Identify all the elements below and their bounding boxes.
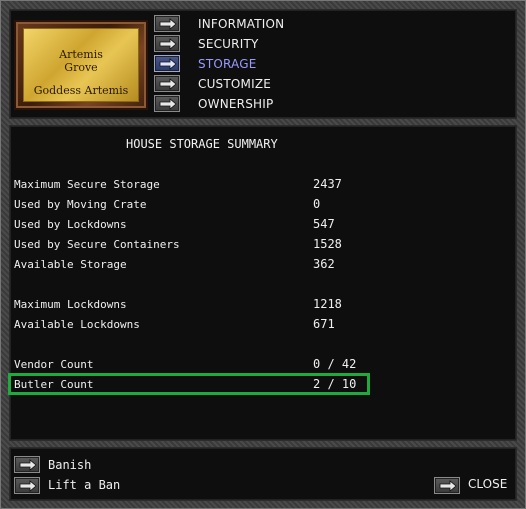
row-value-lockdowns: 547 xyxy=(313,217,335,231)
row-value-available-storage: 362 xyxy=(313,257,335,271)
page-title: HOUSE STORAGE SUMMARY xyxy=(126,137,278,151)
arrow-right-icon xyxy=(159,98,177,110)
nav-information[interactable]: INFORMATION xyxy=(198,17,284,31)
row-value-max-lockdowns: 1218 xyxy=(313,297,342,311)
nav-ownership-button[interactable] xyxy=(154,95,180,112)
close-button[interactable] xyxy=(434,477,460,494)
house-name-line1: Artemis xyxy=(59,48,103,61)
banish-label[interactable]: Banish xyxy=(48,458,91,472)
row-value-max-secure-storage: 2437 xyxy=(313,177,342,191)
nav-ownership[interactable]: OWNERSHIP xyxy=(198,97,273,111)
lift-ban-button[interactable] xyxy=(14,477,40,494)
house-sign-plaque: Artemis Grove Goddess Artemis xyxy=(23,28,139,102)
row-value-available-lockdowns: 671 xyxy=(313,317,335,331)
butler-count-highlight xyxy=(8,373,370,395)
row-label-max-secure-storage: Maximum Secure Storage xyxy=(14,178,160,191)
arrow-right-icon xyxy=(159,78,177,90)
arrow-right-icon xyxy=(159,38,177,50)
row-value-secure-containers: 1528 xyxy=(313,237,342,251)
house-name-line2: Grove xyxy=(64,61,98,74)
arrow-right-icon xyxy=(439,480,457,492)
nav-storage-button[interactable] xyxy=(154,55,180,72)
nav-information-button[interactable] xyxy=(154,15,180,32)
row-label-available-storage: Available Storage xyxy=(14,258,127,271)
close-label[interactable]: CLOSE xyxy=(468,477,507,491)
row-label-available-lockdowns: Available Lockdowns xyxy=(14,318,140,331)
row-label-lockdowns: Used by Lockdowns xyxy=(14,218,127,231)
row-label-max-lockdowns: Maximum Lockdowns xyxy=(14,298,127,311)
nav-customize-button[interactable] xyxy=(154,75,180,92)
lift-ban-label[interactable]: Lift a Ban xyxy=(48,478,120,492)
house-owner: Goddess Artemis xyxy=(33,84,129,97)
arrow-right-icon xyxy=(19,459,37,471)
house-sign: Artemis Grove Goddess Artemis xyxy=(14,20,148,110)
row-label-secure-containers: Used by Secure Containers xyxy=(14,238,180,251)
arrow-right-icon xyxy=(19,480,37,492)
row-label-moving-crate: Used by Moving Crate xyxy=(14,198,147,211)
nav-customize[interactable]: CUSTOMIZE xyxy=(198,77,271,91)
row-value-moving-crate: 0 xyxy=(313,197,321,211)
arrow-right-icon xyxy=(159,58,177,70)
nav-security-button[interactable] xyxy=(154,35,180,52)
nav-security[interactable]: SECURITY xyxy=(198,37,259,51)
nav-storage[interactable]: STORAGE xyxy=(198,57,257,71)
banish-button[interactable] xyxy=(14,456,40,473)
row-value-vendor-count: 0 / 42 xyxy=(313,357,357,371)
row-label-vendor-count: Vendor Count xyxy=(14,358,94,371)
arrow-right-icon xyxy=(159,18,177,30)
